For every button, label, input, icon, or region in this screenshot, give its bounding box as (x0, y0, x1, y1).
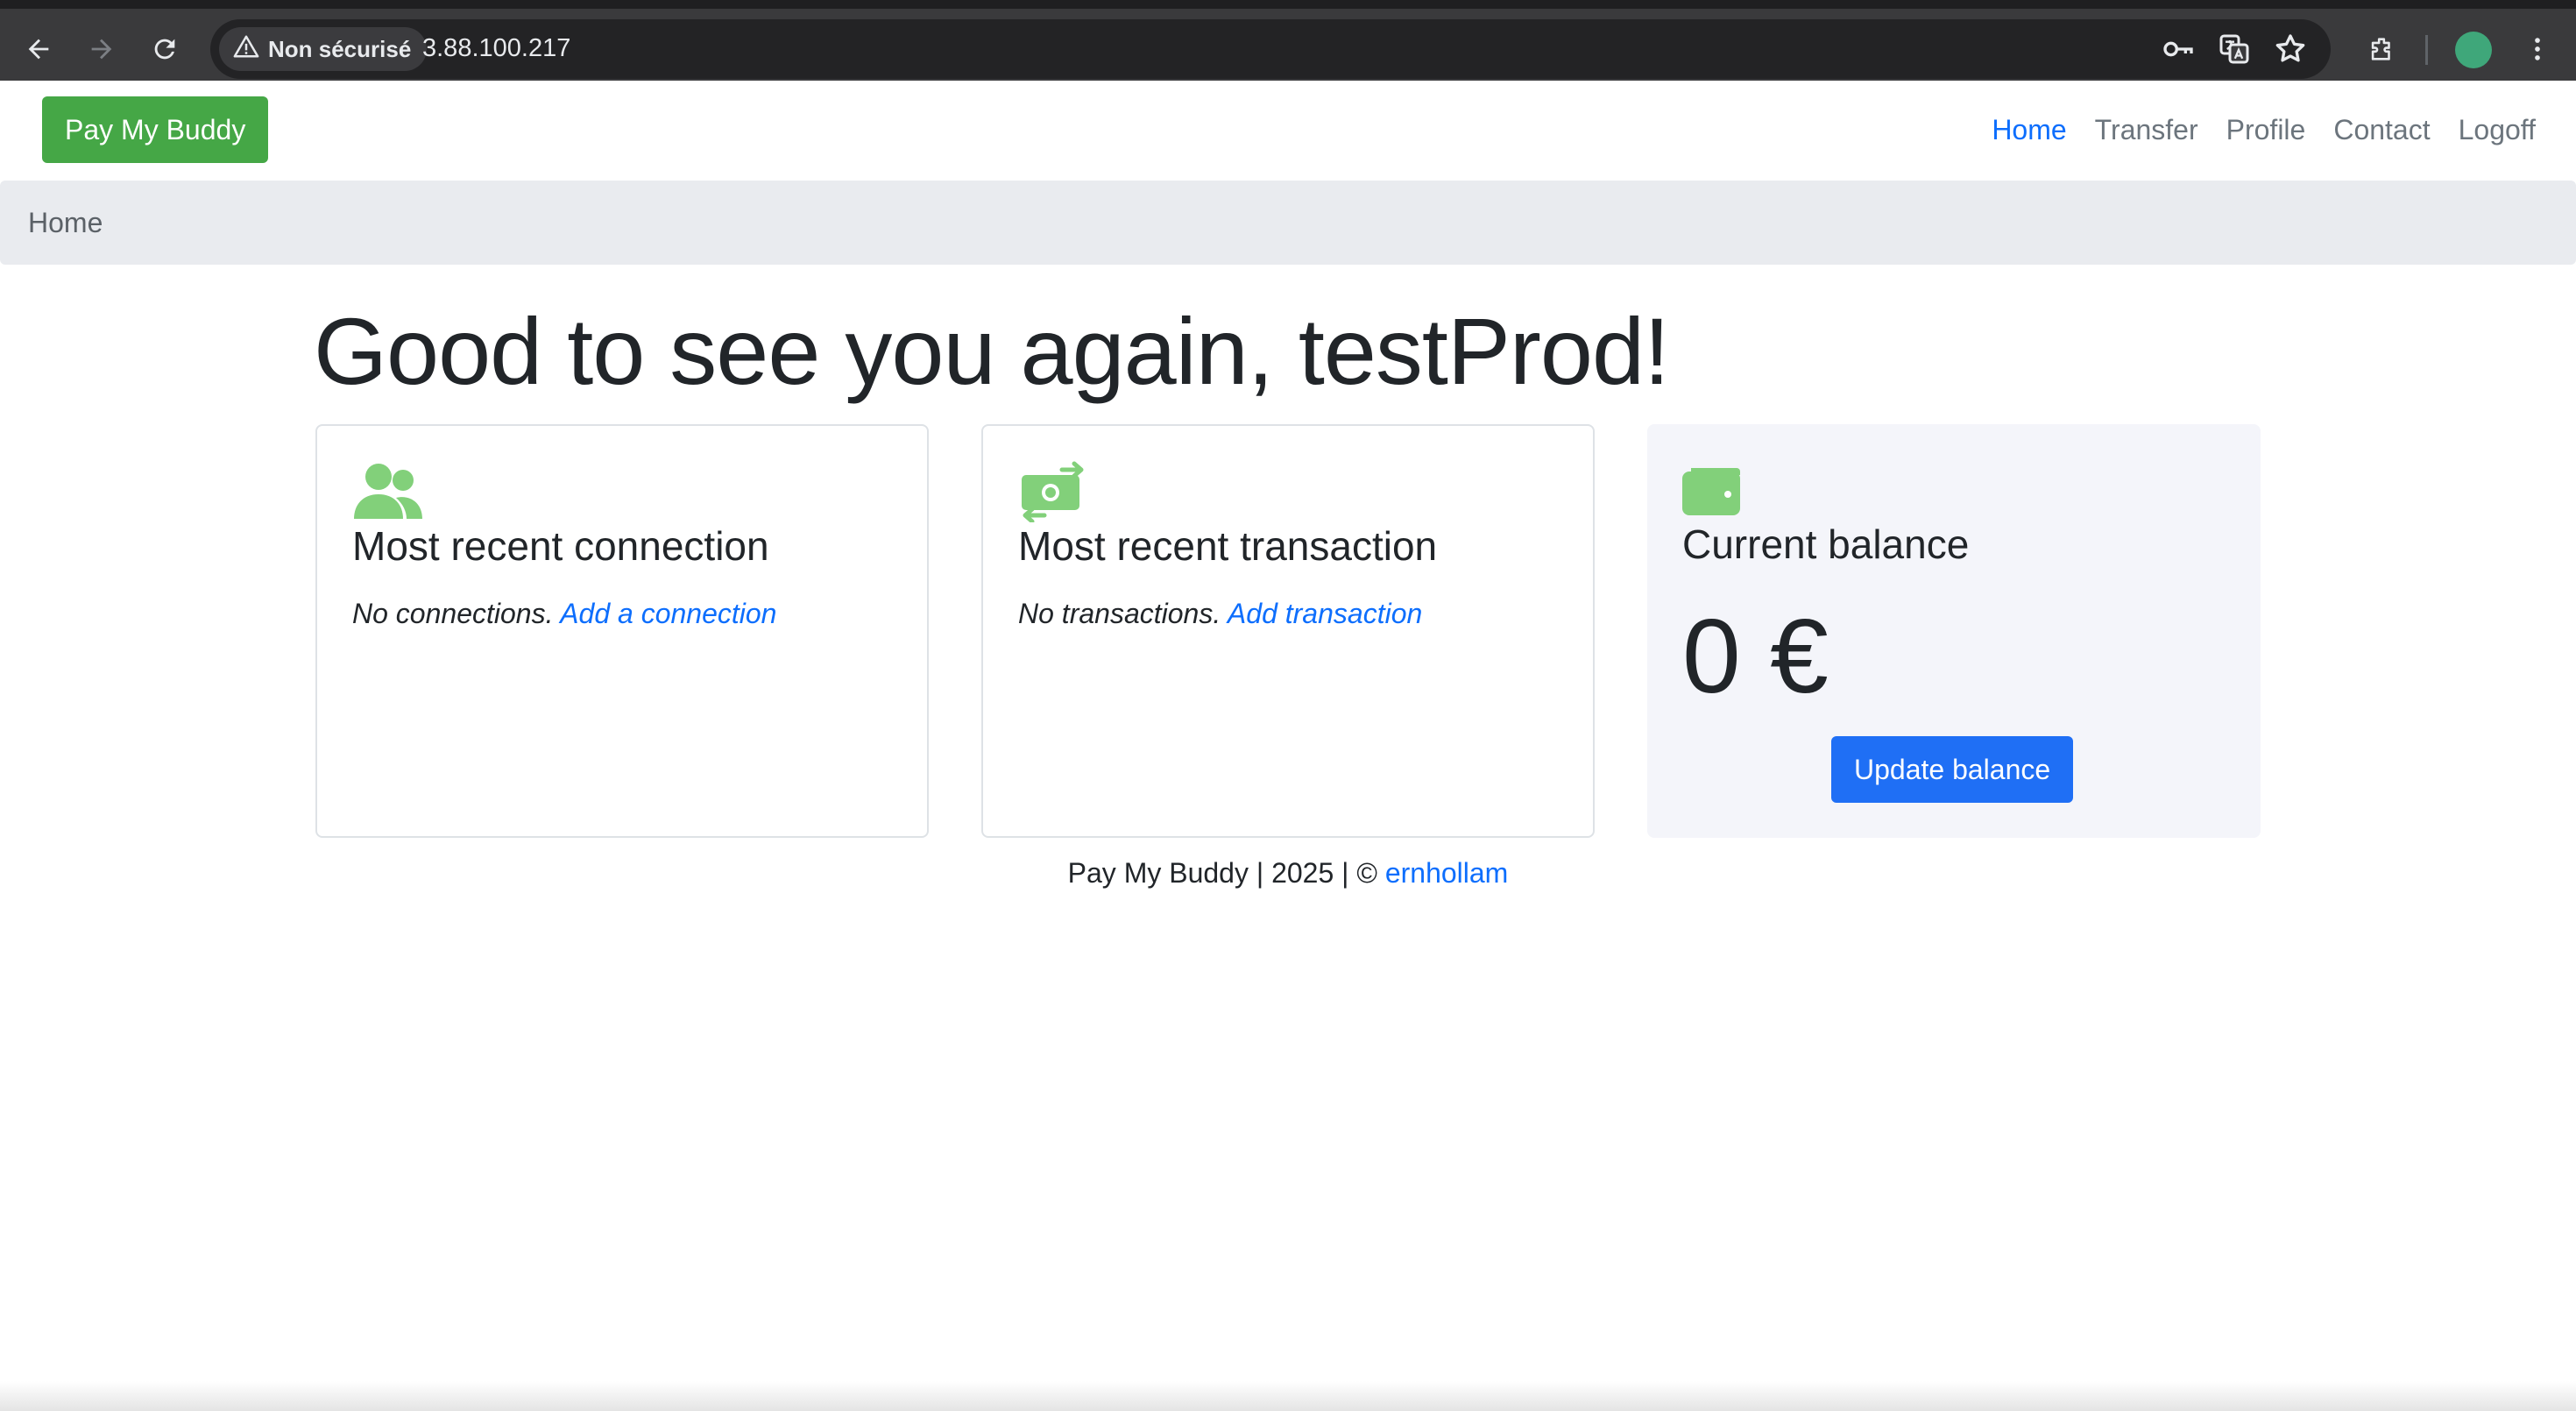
nav-contact-link[interactable]: Contact (2333, 114, 2430, 146)
warning-icon (233, 33, 259, 66)
add-transaction-link[interactable]: Add transaction (1228, 598, 1422, 629)
nav-profile-link[interactable]: Profile (2226, 114, 2306, 146)
nav-home-link[interactable]: Home (1992, 114, 2066, 146)
footer-author-link[interactable]: ernhollam (1385, 857, 1509, 889)
balance-card: Current balance 0 € Update balance (1647, 424, 2261, 838)
connection-card-title: Most recent connection (352, 523, 769, 569)
nav-logoff-link[interactable]: Logoff (2459, 114, 2536, 146)
connection-card: Most recent connection No connections. A… (315, 424, 929, 838)
star-icon[interactable] (2273, 32, 2308, 67)
no-transactions-text: No transactions. (1018, 598, 1221, 629)
nav-links: Home Transfer Profile Contact Logoff (1992, 114, 2536, 146)
transaction-card: Most recent transaction No transactions.… (981, 424, 1595, 838)
footer-text: Pay My Buddy | 2025 | © (1067, 857, 1377, 889)
breadcrumb-current: Home (28, 207, 103, 238)
nav-transfer-link[interactable]: Transfer (2095, 114, 2198, 146)
bottom-shadow (0, 1381, 2576, 1411)
add-connection-link[interactable]: Add a connection (560, 598, 776, 629)
security-label: Non sécurisé (268, 35, 412, 62)
key-icon[interactable] (2161, 32, 2196, 67)
translate-icon[interactable] (2217, 32, 2252, 67)
url-text[interactable]: 3.88.100.217 (422, 34, 570, 63)
profile-avatar[interactable] (2455, 32, 2492, 68)
users-icon (352, 461, 424, 522)
footer: Pay My Buddy | 2025 | © ernhollam (0, 857, 2576, 890)
connection-card-text: No connections. Add a connection (352, 598, 776, 630)
extensions-icon[interactable] (2357, 25, 2406, 74)
brand-button[interactable]: Pay My Buddy (42, 96, 269, 163)
update-balance-button[interactable]: Update balance (1831, 736, 2074, 803)
security-indicator[interactable]: Non sécurisé (219, 27, 428, 71)
toolbar-divider (2425, 35, 2428, 65)
back-arrow-icon[interactable] (14, 25, 63, 74)
reload-icon[interactable] (140, 25, 189, 74)
transaction-card-text: No transactions. Add transaction (1018, 598, 1422, 630)
no-connections-text: No connections. (352, 598, 554, 629)
money-transfer-icon (1018, 461, 1090, 524)
page-title: Good to see you again, testProd! (314, 298, 1670, 404)
browser-toolbar: Non sécurisé 3.88.100.217 (0, 0, 2576, 81)
address-bar[interactable]: Non sécurisé 3.88.100.217 (210, 19, 2331, 79)
kebab-menu-icon[interactable] (2513, 25, 2562, 74)
forward-arrow-icon[interactable] (77, 25, 126, 74)
breadcrumb: Home (0, 181, 2576, 265)
wallet-icon (1682, 459, 1754, 521)
navbar: Pay My Buddy Home Transfer Profile Conta… (0, 81, 2576, 181)
balance-card-title: Current balance (1682, 521, 1970, 567)
transaction-card-title: Most recent transaction (1018, 523, 1438, 569)
balance-amount: 0 € (1682, 598, 1829, 715)
